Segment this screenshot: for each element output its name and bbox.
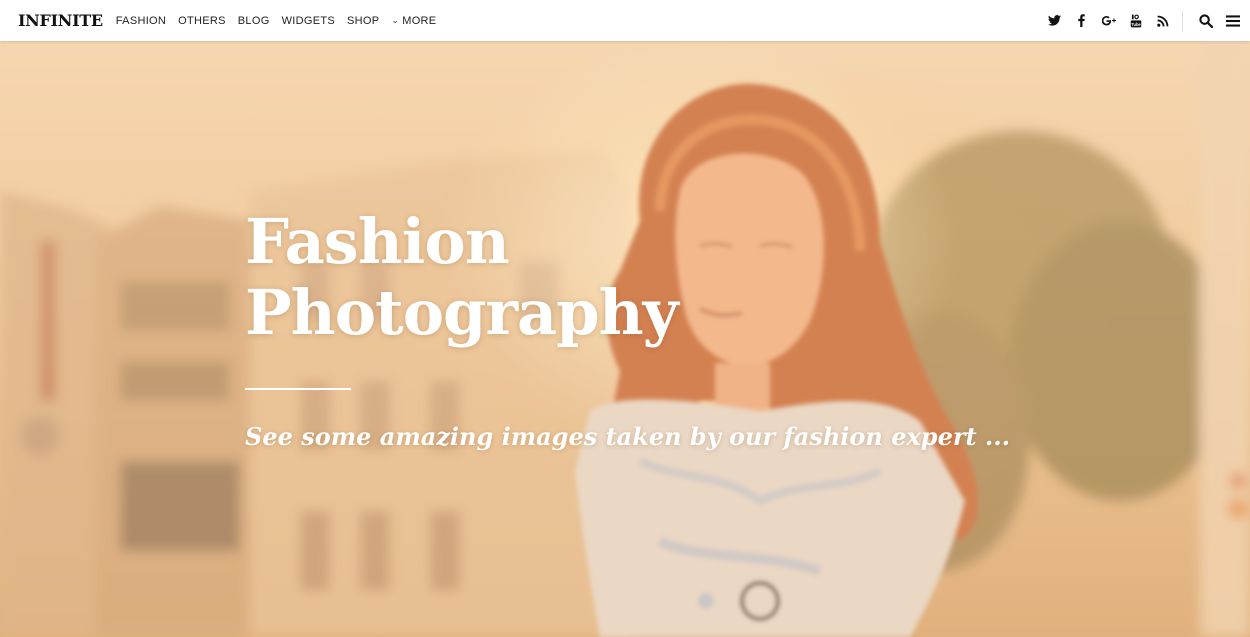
header-tools: Tube	[1041, 0, 1250, 41]
hero-title-line-2: Photography	[245, 276, 679, 349]
rss-icon[interactable]	[1149, 0, 1176, 41]
hero-title: Fashion Photography	[245, 205, 679, 349]
top-navigation-bar: INFINITE FASHION OTHERS BLOG WIDGETS SHO…	[0, 0, 1250, 41]
chevron-down-icon: ⌄	[391, 15, 400, 25]
nav-item-others[interactable]: OTHERS	[178, 15, 226, 27]
twitter-icon[interactable]	[1041, 0, 1068, 41]
hero-banner: Fashion Photography See some amazing ima…	[0, 41, 1250, 637]
nav-item-more[interactable]: ⌄ MORE	[391, 15, 436, 27]
search-icon[interactable]	[1192, 0, 1219, 41]
hero-divider	[245, 388, 351, 390]
site-logo[interactable]: INFINITE	[18, 11, 103, 30]
facebook-icon[interactable]	[1068, 0, 1095, 41]
hero-subtitle: See some amazing images taken by our fas…	[245, 422, 1010, 451]
hero-caption: Fashion Photography See some amazing ima…	[245, 206, 1010, 451]
menu-icon[interactable]	[1219, 0, 1246, 41]
nav-item-more-label: MORE	[402, 14, 437, 27]
nav-item-shop[interactable]: SHOP	[347, 15, 379, 27]
youtube-icon[interactable]: Tube	[1122, 0, 1149, 41]
nav-item-blog[interactable]: BLOG	[238, 15, 270, 27]
svg-text:Tube: Tube	[1131, 21, 1141, 26]
google-plus-icon[interactable]	[1095, 0, 1122, 41]
main-menu: FASHION OTHERS BLOG WIDGETS SHOP ⌄ MORE	[116, 15, 449, 27]
nav-item-widgets[interactable]: WIDGETS	[282, 15, 335, 27]
hero-title-line-1: Fashion	[245, 205, 510, 278]
social-links: Tube	[1041, 0, 1176, 41]
header-divider	[1182, 10, 1183, 31]
nav-item-fashion[interactable]: FASHION	[116, 15, 166, 27]
